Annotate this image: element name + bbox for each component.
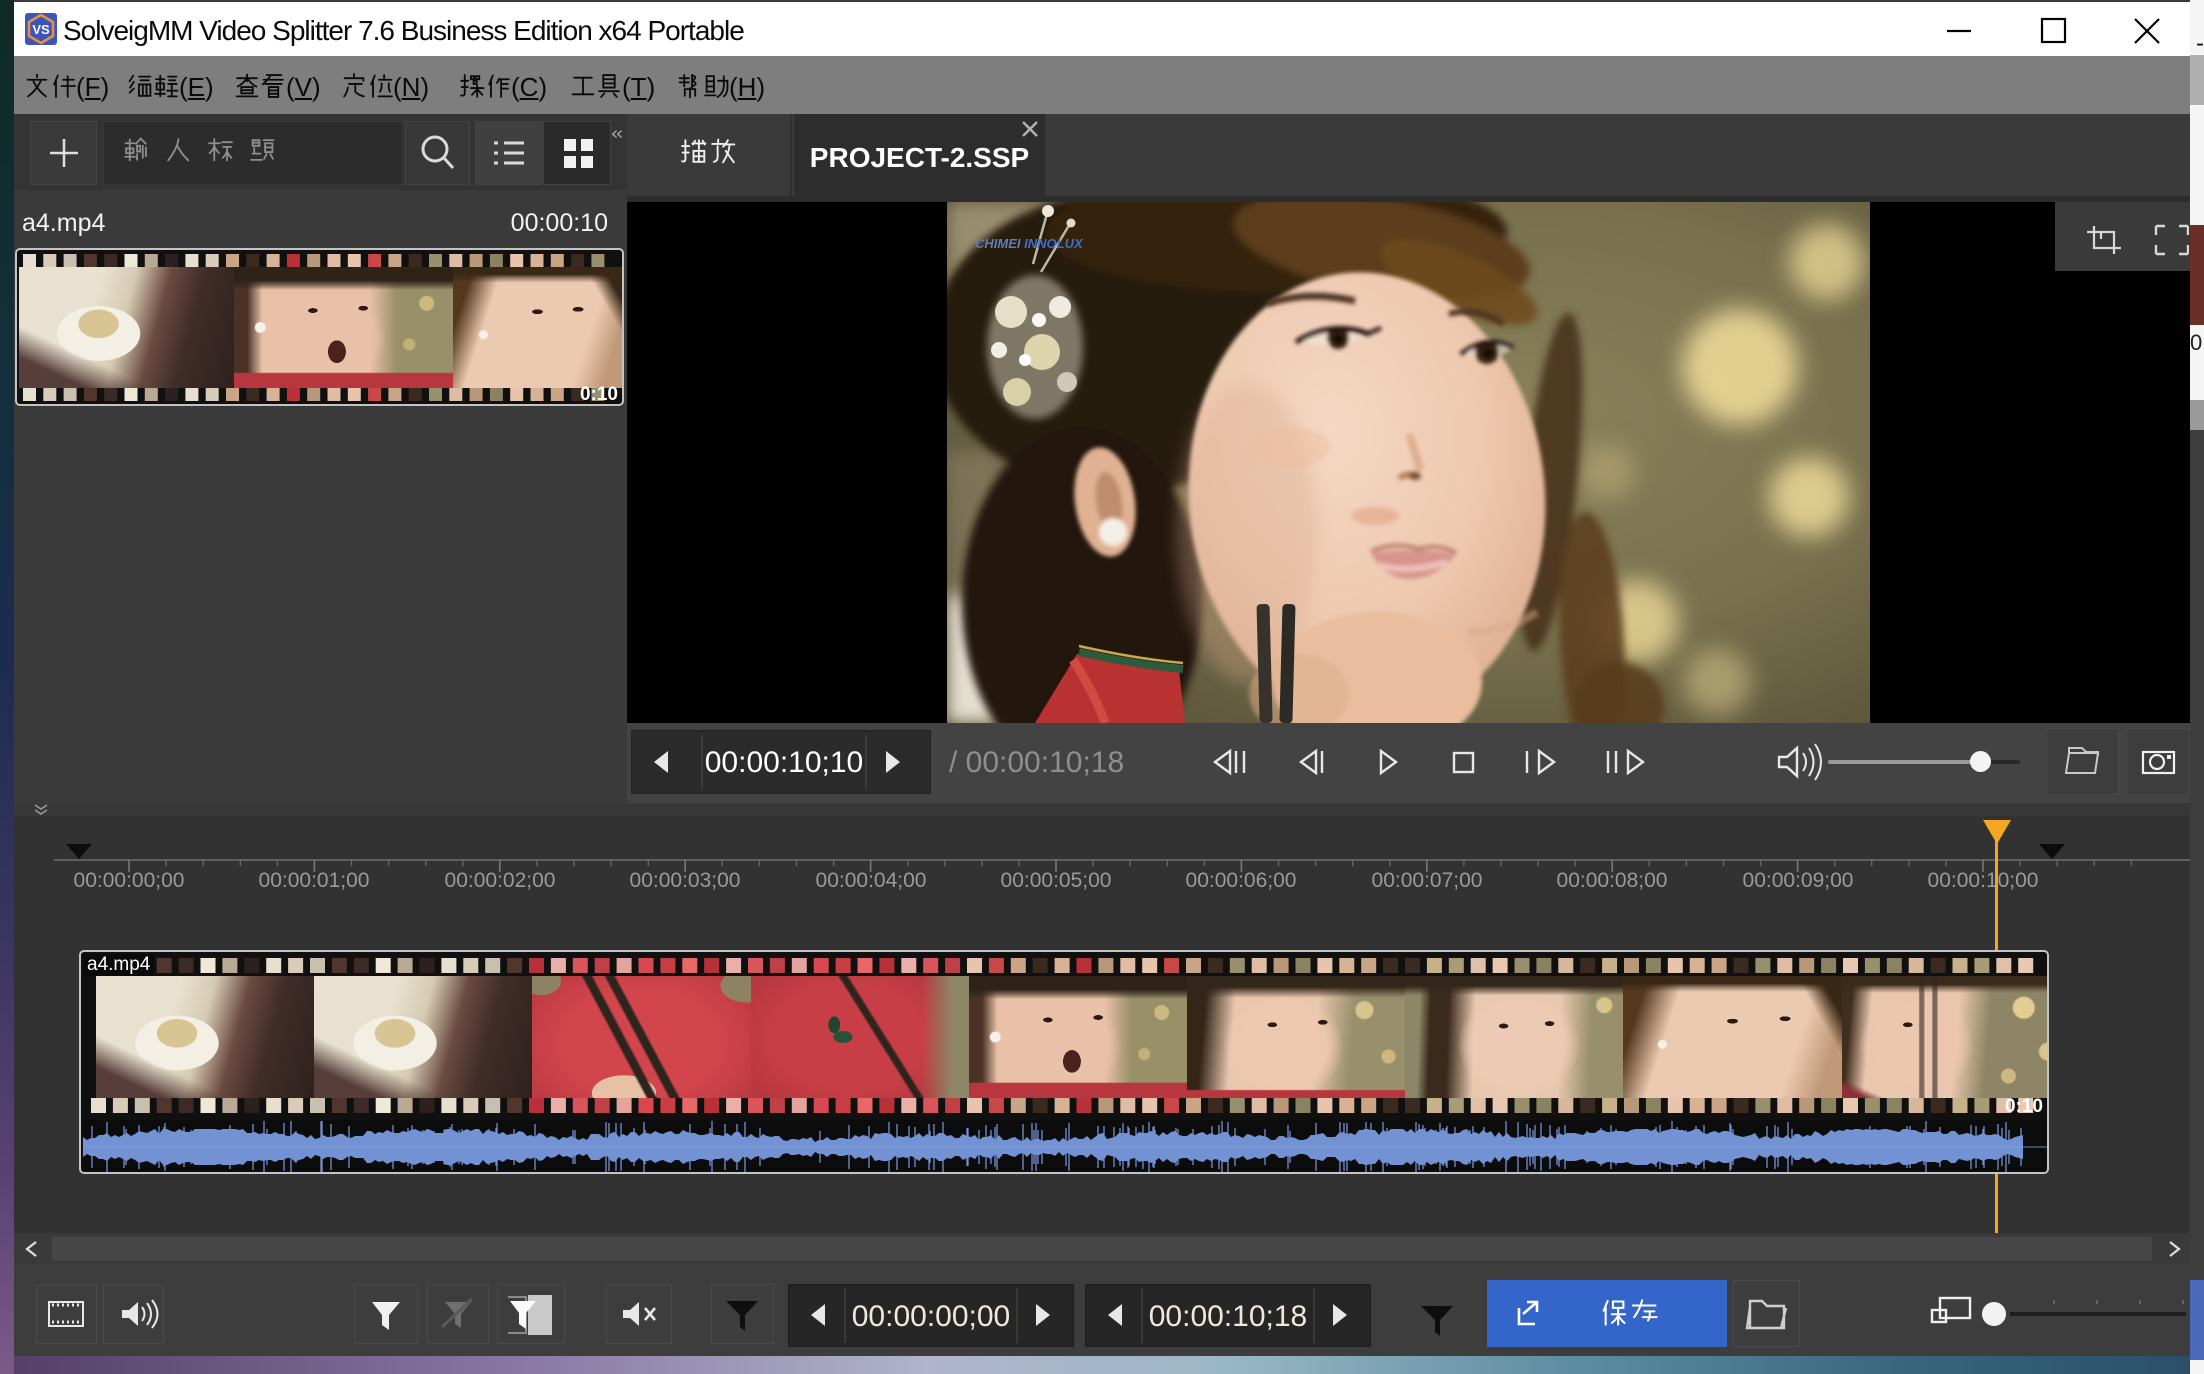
svg-text:VS: VS — [32, 22, 50, 37]
svg-text:CHIMEI INNOLUX: CHIMEI INNOLUX — [975, 236, 1084, 251]
